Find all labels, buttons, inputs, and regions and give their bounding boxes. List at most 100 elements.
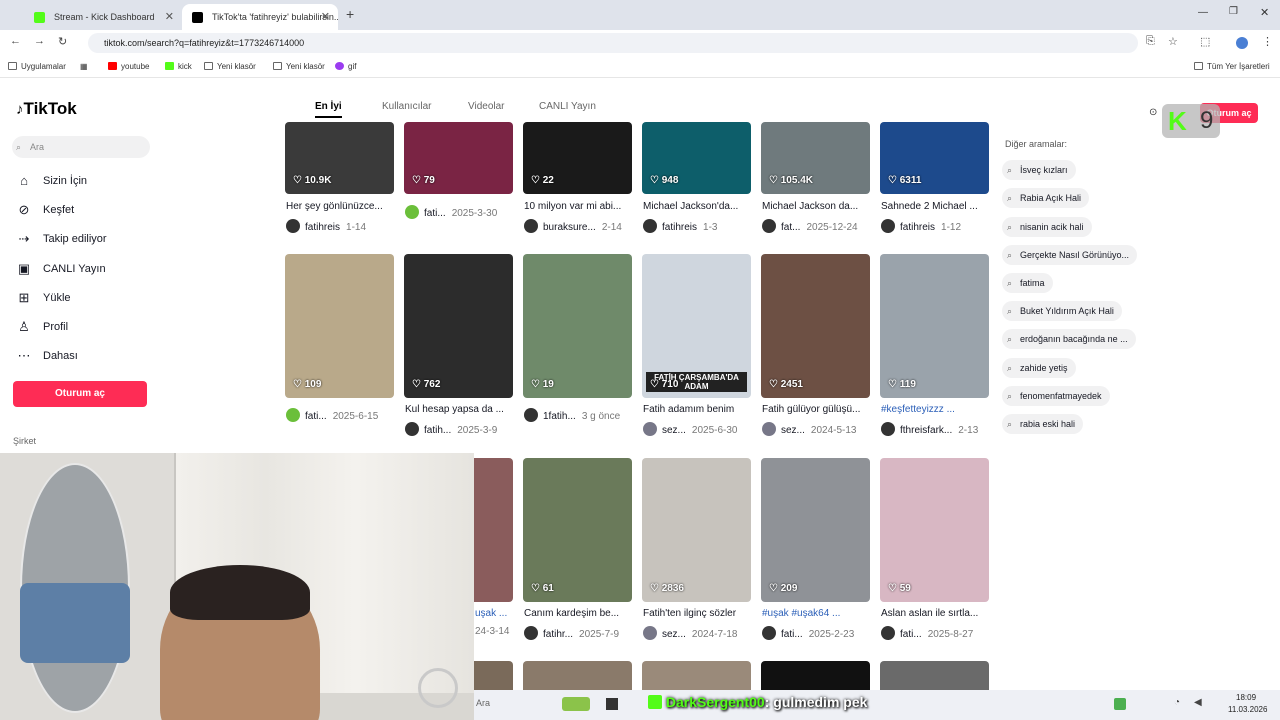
related-search-chip[interactable]: ⌕ rabia eski hali <box>1002 414 1084 434</box>
volume-icon[interactable]: ◀ <box>1194 697 1202 708</box>
tab-kick-dashboard[interactable]: Stream - Kick Dashboard ✕ <box>24 4 182 30</box>
video-description[interactable]: uşak ... <box>475 608 514 619</box>
all-bookmarks-folder[interactable]: Tüm Yer İşaretleri <box>1194 62 1270 71</box>
url-input[interactable]: tiktok.com/search?q=fatihreyiz&t=1773246… <box>88 33 1138 53</box>
video-description[interactable]: Fatih gülüyor gülüşü... <box>762 404 870 415</box>
tab-users[interactable]: Kullanıcılar <box>382 101 431 112</box>
apps-bookmark[interactable]: Uygulamalar <box>8 62 66 71</box>
video-thumbnail[interactable] <box>523 661 632 690</box>
video-thumbnail[interactable] <box>642 661 751 690</box>
video-thumbnail[interactable]: ♡ 119 <box>880 254 989 398</box>
video-thumbnail[interactable]: ♡ 61 <box>523 458 632 602</box>
video-author[interactable]: sez... 2024-5-13 <box>762 422 882 436</box>
video-author[interactable]: fatihreis 1-14 <box>286 219 406 233</box>
related-search-chip[interactable]: ⌕ fenomenfatmayedek <box>1002 386 1110 406</box>
folder-bookmark[interactable]: Yeni klasör <box>204 62 256 71</box>
related-search-chip[interactable]: ⌕ nisanin acik hali <box>1002 217 1092 237</box>
video-author[interactable]: fat... 2025-12-24 <box>762 219 882 233</box>
related-search-chip[interactable]: ⌕ Buket Yıldırım Açık Hali <box>1002 301 1122 321</box>
close-tab-icon[interactable]: ✕ <box>165 4 174 30</box>
tiktok-logo[interactable]: ♪TikTok <box>16 99 77 119</box>
tab-tiktok-search[interactable]: TikTok'ta 'fatihreyiz' bulabilirsin... ✕ <box>182 4 338 30</box>
back-icon[interactable]: ← <box>10 35 21 47</box>
video-thumbnail[interactable]: ♡ 79 <box>404 122 513 194</box>
video-description[interactable]: Fatih'ten ilginç sözler <box>643 608 751 619</box>
taskbar-search-input[interactable]: Ara <box>476 698 490 708</box>
profile-avatar-icon[interactable] <box>1236 37 1248 49</box>
sidebar-search-input[interactable]: ⌕ Ara <box>12 136 150 158</box>
video-description[interactable]: Kul hesap yapsa da ... <box>405 404 513 415</box>
youtube-bookmark[interactable]: youtube <box>108 62 149 71</box>
video-author[interactable]: fatihreis 1-12 <box>881 219 1001 233</box>
kick-bookmark[interactable]: kick <box>165 62 192 71</box>
video-author[interactable]: 1fatih... 3 g önce <box>524 408 644 422</box>
reload-icon[interactable]: ↻ <box>58 35 67 48</box>
video-description[interactable]: Aslan aslan ile sırtla... <box>881 608 989 619</box>
coins-icon[interactable]: ⊙ <box>1149 107 1157 118</box>
taskbar-app-icon[interactable] <box>606 698 618 710</box>
company-link[interactable]: Şirket <box>13 436 36 446</box>
menu-icon[interactable]: ⋮ <box>1262 35 1273 48</box>
video-thumbnail[interactable]: ♡ 10.9K <box>285 122 394 194</box>
maximize-icon[interactable]: ❐ <box>1229 6 1238 17</box>
video-thumbnail[interactable]: ♡ 105.4K <box>761 122 870 194</box>
video-thumbnail[interactable]: FATİH ÇARŞAMBA'DA ADAM ♡ 710 <box>642 254 751 398</box>
forward-icon[interactable]: → <box>34 35 45 47</box>
video-author[interactable]: fatihreis 1-3 <box>643 219 763 233</box>
video-author[interactable]: fati... 2025-8-27 <box>881 626 1001 640</box>
related-search-chip[interactable]: ⌕ İsveç kızları <box>1002 160 1076 180</box>
video-description[interactable]: Canım kardeşim be... <box>524 608 632 619</box>
video-thumbnail[interactable]: ♡ 6311 <box>880 122 989 194</box>
video-thumbnail[interactable]: ♡ 109 <box>285 254 394 398</box>
video-thumbnail[interactable]: ♡ 2836 <box>642 458 751 602</box>
video-description[interactable]: #keşfetteyizzz ... <box>881 404 989 415</box>
bookmark-star-icon[interactable]: ☆ <box>1168 35 1178 48</box>
video-description[interactable]: Her şey gönlünüzce... <box>286 201 394 212</box>
video-description[interactable]: Sahnede 2 Michael ... <box>881 201 989 212</box>
video-thumbnail[interactable]: ♡ 22 <box>523 122 632 194</box>
video-description[interactable]: Michael Jackson'da... <box>643 201 751 212</box>
wifi-icon[interactable]: ◔ <box>1174 697 1180 708</box>
tab-live[interactable]: CANLI Yayın <box>539 101 596 112</box>
related-search-chip[interactable]: ⌕ Gerçekte Nasıl Görünüyo... <box>1002 245 1138 265</box>
video-author[interactable]: fatih... 2025-3-9 <box>405 422 525 436</box>
tab-top[interactable]: En İyi <box>315 101 342 118</box>
extensions-icon[interactable]: ⬚ <box>1200 35 1210 48</box>
video-thumbnail[interactable] <box>880 661 989 690</box>
taskbar-clock-time[interactable]: 18:09 <box>1236 693 1256 702</box>
tab-videos[interactable]: Videolar <box>468 101 505 112</box>
related-search-chip[interactable]: ⌕ erdoğanın bacağında ne ... <box>1002 329 1136 349</box>
close-tab-icon[interactable]: ✕ <box>321 4 330 30</box>
taskbar-clock-date[interactable]: 11.03.2026 <box>1228 705 1267 714</box>
video-thumbnail[interactable]: ♡ 59 <box>880 458 989 602</box>
video-author[interactable]: 24-3-14 <box>475 626 514 637</box>
close-window-icon[interactable]: ✕ <box>1260 6 1269 19</box>
video-thumbnail[interactable]: ♡ 209 <box>761 458 870 602</box>
video-description[interactable]: 10 milyon var mi abi... <box>524 201 632 212</box>
video-thumbnail[interactable]: ♡ 19 <box>523 254 632 398</box>
video-thumbnail[interactable]: ♡ 762 <box>404 254 513 398</box>
video-author[interactable]: sez... 2025-6-30 <box>643 422 763 436</box>
video-author[interactable]: sez... 2024-7-18 <box>643 626 763 640</box>
video-thumbnail[interactable]: ♡ 948 <box>642 122 751 194</box>
minimize-icon[interactable]: — <box>1198 7 1208 18</box>
video-author[interactable]: fati... 2025-3-30 <box>405 205 525 219</box>
video-thumbnail[interactable]: ♡ 2451 <box>761 254 870 398</box>
grid-bookmark-icon[interactable]: ▦ <box>80 62 88 71</box>
taskbar-app-icon[interactable] <box>1114 698 1126 710</box>
video-description[interactable]: Fatih adamım benim <box>643 404 751 415</box>
related-search-chip[interactable]: ⌕ Rabia Açık Hali <box>1002 188 1090 208</box>
video-author[interactable]: fatihr... 2025-7-9 <box>524 626 644 640</box>
gif-bookmark[interactable]: gif <box>335 62 356 71</box>
video-author[interactable]: buraksure... 2-14 <box>524 219 644 233</box>
video-description[interactable]: Michael Jackson da... <box>762 201 870 212</box>
video-author[interactable]: fati... 2025-2-23 <box>762 626 882 640</box>
video-thumbnail[interactable] <box>474 458 513 602</box>
video-author[interactable]: fthreisfark... 2-13 <box>881 422 1001 436</box>
new-tab-button[interactable]: + <box>346 6 354 22</box>
related-search-chip[interactable]: ⌕ zahide yetiş <box>1002 358 1076 378</box>
install-icon[interactable]: ⎘ <box>1146 35 1155 48</box>
taskbar-app-icon[interactable] <box>562 697 590 711</box>
related-search-chip[interactable]: ⌕ fatima <box>1002 273 1053 293</box>
video-description[interactable]: #uşak #uşak64 ... <box>762 608 870 619</box>
